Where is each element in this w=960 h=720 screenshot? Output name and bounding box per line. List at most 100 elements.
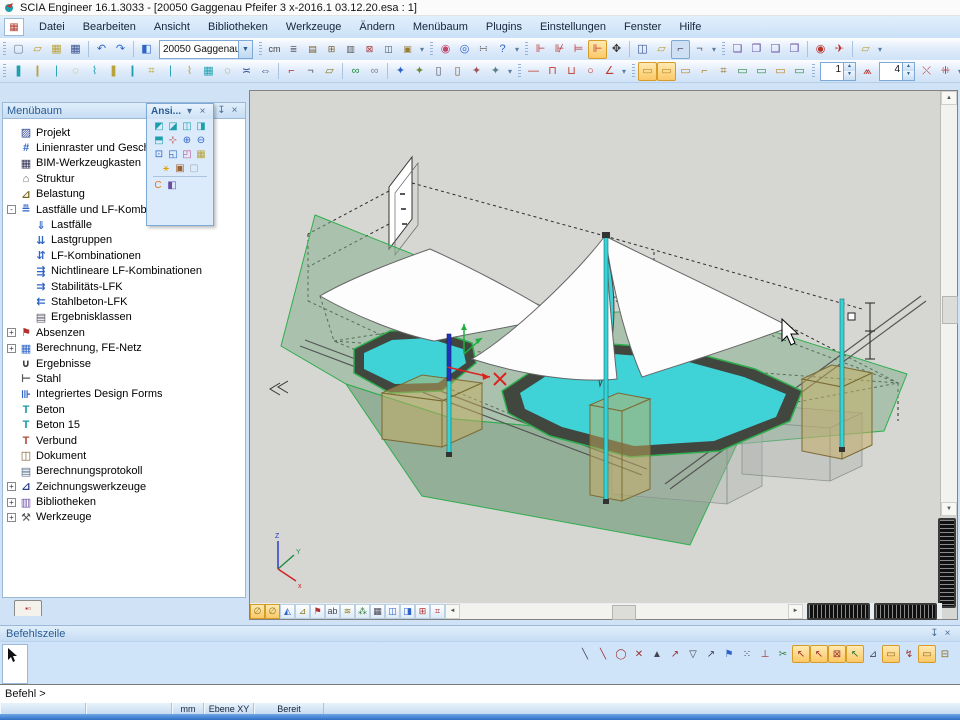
tree-bibliotheken[interactable]: + ▥ Bibliotheken bbox=[3, 494, 245, 509]
close-icon[interactable]: × bbox=[228, 105, 241, 116]
section-grid-icon[interactable]: ⌗ bbox=[430, 604, 445, 619]
zoom-window-icon[interactable]: ⊡ bbox=[152, 147, 166, 161]
show-model-data-icon[interactable]: ⁂ bbox=[355, 604, 370, 619]
bim-panel3-icon[interactable]: ▭ bbox=[771, 62, 790, 81]
camera-store-icon[interactable]: ▣ bbox=[173, 161, 187, 175]
tree-expander[interactable]: + bbox=[7, 513, 16, 522]
show-supports-icon[interactable]: ◭ bbox=[280, 604, 295, 619]
snap-tangent-icon[interactable]: ▽ bbox=[684, 645, 702, 663]
tree-expander[interactable]: + bbox=[7, 498, 16, 507]
tree-zeichnungswerkzeuge[interactable]: + ⊿ Zeichnungswerkzeuge bbox=[3, 479, 245, 494]
toolbar-grip[interactable] bbox=[3, 42, 6, 57]
window-link-icon[interactable]: ❑ bbox=[766, 40, 785, 59]
bim-wall-icon[interactable]: ▭ bbox=[638, 62, 657, 81]
units-icon[interactable]: cm bbox=[265, 40, 284, 59]
menu-bibliotheken[interactable]: Bibliotheken bbox=[199, 21, 277, 33]
snap-flag-icon[interactable]: ⚑ bbox=[720, 645, 738, 663]
copy-icon[interactable]: ▯ bbox=[429, 62, 448, 81]
snap-circle-icon[interactable]: ◯ bbox=[612, 645, 630, 663]
track-intersect-icon[interactable]: ⊠ bbox=[828, 645, 846, 663]
table-view-icon[interactable]: ◫ bbox=[633, 40, 652, 59]
pin-icon[interactable]: ↧ bbox=[928, 628, 941, 639]
profile-library-icon[interactable]: ⊞ bbox=[322, 40, 341, 59]
display-spinner[interactable]: 4 ▲▼ bbox=[879, 62, 915, 81]
document-icon[interactable]: ▣ bbox=[398, 40, 417, 59]
window-export-icon[interactable]: ❒ bbox=[785, 40, 804, 59]
vertical-scroll-thumb[interactable] bbox=[942, 296, 958, 324]
document-menu-icon[interactable]: ▦ bbox=[4, 18, 24, 36]
snap-trim-icon[interactable]: ✂ bbox=[774, 645, 792, 663]
scroll-right-icon[interactable]: ► bbox=[788, 604, 803, 619]
view-front-icon[interactable]: ◫ bbox=[180, 119, 194, 133]
dim-circle-icon[interactable]: ○ bbox=[581, 62, 600, 81]
show-load-labels-icon[interactable]: ⚑ bbox=[310, 604, 325, 619]
toolbar-grip[interactable] bbox=[3, 64, 6, 79]
camera-locked-icon[interactable]: ▢ bbox=[187, 161, 201, 175]
scale-spinner[interactable]: 1 ▲▼ bbox=[820, 62, 856, 81]
tree-lf-kombinationen[interactable]: ⇵ LF-Kombinationen bbox=[3, 248, 245, 263]
view-iso-icon[interactable]: ◩ bbox=[152, 119, 166, 133]
reverse-icon[interactable]: ⇔ bbox=[256, 62, 275, 81]
select-line-icon[interactable]: ⌐ bbox=[282, 62, 301, 81]
scroll-down-icon[interactable]: ▼ bbox=[941, 502, 957, 516]
eye-check-icon[interactable]: ◉ bbox=[811, 40, 830, 59]
chevron-down-icon[interactable]: ▼ bbox=[238, 41, 252, 58]
paste-attr-icon[interactable]: ✦ bbox=[410, 62, 429, 81]
move-node-icon[interactable]: ✥ bbox=[607, 40, 626, 59]
layers-icon[interactable]: ◫ bbox=[379, 40, 398, 59]
spinner-up-icon[interactable]: ▲ bbox=[903, 63, 914, 72]
menu-werkzeuge[interactable]: Werkzeuge bbox=[277, 21, 350, 33]
menu-datei[interactable]: Datei bbox=[30, 21, 74, 33]
toolbar-grip[interactable] bbox=[259, 42, 262, 57]
close-icon[interactable]: × bbox=[941, 628, 954, 639]
connect-nodes-icon[interactable]: ⊩ bbox=[531, 40, 550, 59]
multicopy-icon[interactable]: ✦ bbox=[467, 62, 486, 81]
spinner-up-icon[interactable]: ▲ bbox=[844, 63, 855, 72]
toolbar-grip[interactable] bbox=[430, 42, 433, 57]
snap-zigzag-icon[interactable]: ↯ bbox=[900, 645, 918, 663]
toolbar-overflow[interactable]: ▾ bbox=[875, 45, 885, 54]
connect-selected-icon[interactable]: ⊩ bbox=[588, 40, 607, 59]
print-icon[interactable]: ≣ bbox=[284, 40, 303, 59]
tree-expander[interactable]: + bbox=[7, 482, 16, 491]
ansicht-header[interactable]: Ansi... ▾ × bbox=[147, 104, 213, 119]
tree-nichtlineare[interactable]: ⇶ Nichtlineare LF-Kombinationen bbox=[3, 264, 245, 279]
snap-clear-icon[interactable]: ✕ bbox=[630, 645, 648, 663]
new-file-icon[interactable]: ▢ bbox=[9, 40, 28, 59]
menu-fenster[interactable]: Fenster bbox=[615, 21, 670, 33]
window-copy-icon[interactable]: ❐ bbox=[747, 40, 766, 59]
snap-endpoint-icon[interactable]: ╲ bbox=[594, 645, 612, 663]
tree-expander[interactable]: + bbox=[7, 328, 16, 337]
toolbar-grip[interactable] bbox=[525, 42, 528, 57]
vertical-pan-wheel[interactable] bbox=[938, 518, 956, 608]
paste-icon[interactable]: ▯ bbox=[448, 62, 467, 81]
close-icon[interactable]: × bbox=[196, 106, 209, 117]
fe-mesh-icon[interactable]: ⊞ bbox=[415, 604, 430, 619]
scroll-up-icon[interactable]: ▲ bbox=[941, 91, 957, 105]
toolbar-overflow[interactable]: ▾ bbox=[505, 67, 515, 76]
vertical-scrollbar[interactable]: ▲ ▼ bbox=[940, 91, 957, 516]
menu-plugins[interactable]: Plugins bbox=[477, 21, 531, 33]
binoculars-on-icon[interactable]: ∞ bbox=[346, 62, 365, 81]
viewport-3d-canvas[interactable]: Z Y x bbox=[250, 91, 942, 604]
bim-slab-icon[interactable]: ▭ bbox=[676, 62, 695, 81]
toolbar-overflow[interactable]: ▾ bbox=[955, 67, 960, 76]
view-dialog2-icon[interactable]: ◨ bbox=[400, 604, 415, 619]
horizontal-pan-wheel-1[interactable] bbox=[807, 603, 870, 620]
tree-stabilitaets[interactable]: ⇉ Stabilitäts-LFK bbox=[3, 279, 245, 294]
add-beam-icon[interactable]: ❙ bbox=[28, 62, 47, 81]
add-rib-icon[interactable]: ⌇ bbox=[85, 62, 104, 81]
tree-absenzen[interactable]: + ⚑ Absenzen bbox=[3, 325, 245, 340]
track-cursor3-icon[interactable]: ↖ bbox=[846, 645, 864, 663]
snap-box2-icon[interactable]: ▭ bbox=[918, 645, 936, 663]
open-recent-icon[interactable]: ▱ bbox=[856, 40, 875, 59]
command-input[interactable]: Befehl > bbox=[0, 684, 960, 703]
delete-doc-icon[interactable]: ⊠ bbox=[360, 40, 379, 59]
view-side-icon[interactable]: ◨ bbox=[194, 119, 208, 133]
tree-stahlbeton[interactable]: ⇇ Stahlbeton-LFK bbox=[3, 294, 245, 309]
snap-grid-icon[interactable]: ⁙ bbox=[738, 645, 756, 663]
show-loads-icon[interactable]: ⊿ bbox=[295, 604, 310, 619]
zoom-selection-icon[interactable]: ◰ bbox=[180, 147, 194, 161]
measure-icon[interactable]: ∺ bbox=[474, 40, 493, 59]
ucs-icon[interactable]: ⊹ bbox=[166, 133, 180, 147]
